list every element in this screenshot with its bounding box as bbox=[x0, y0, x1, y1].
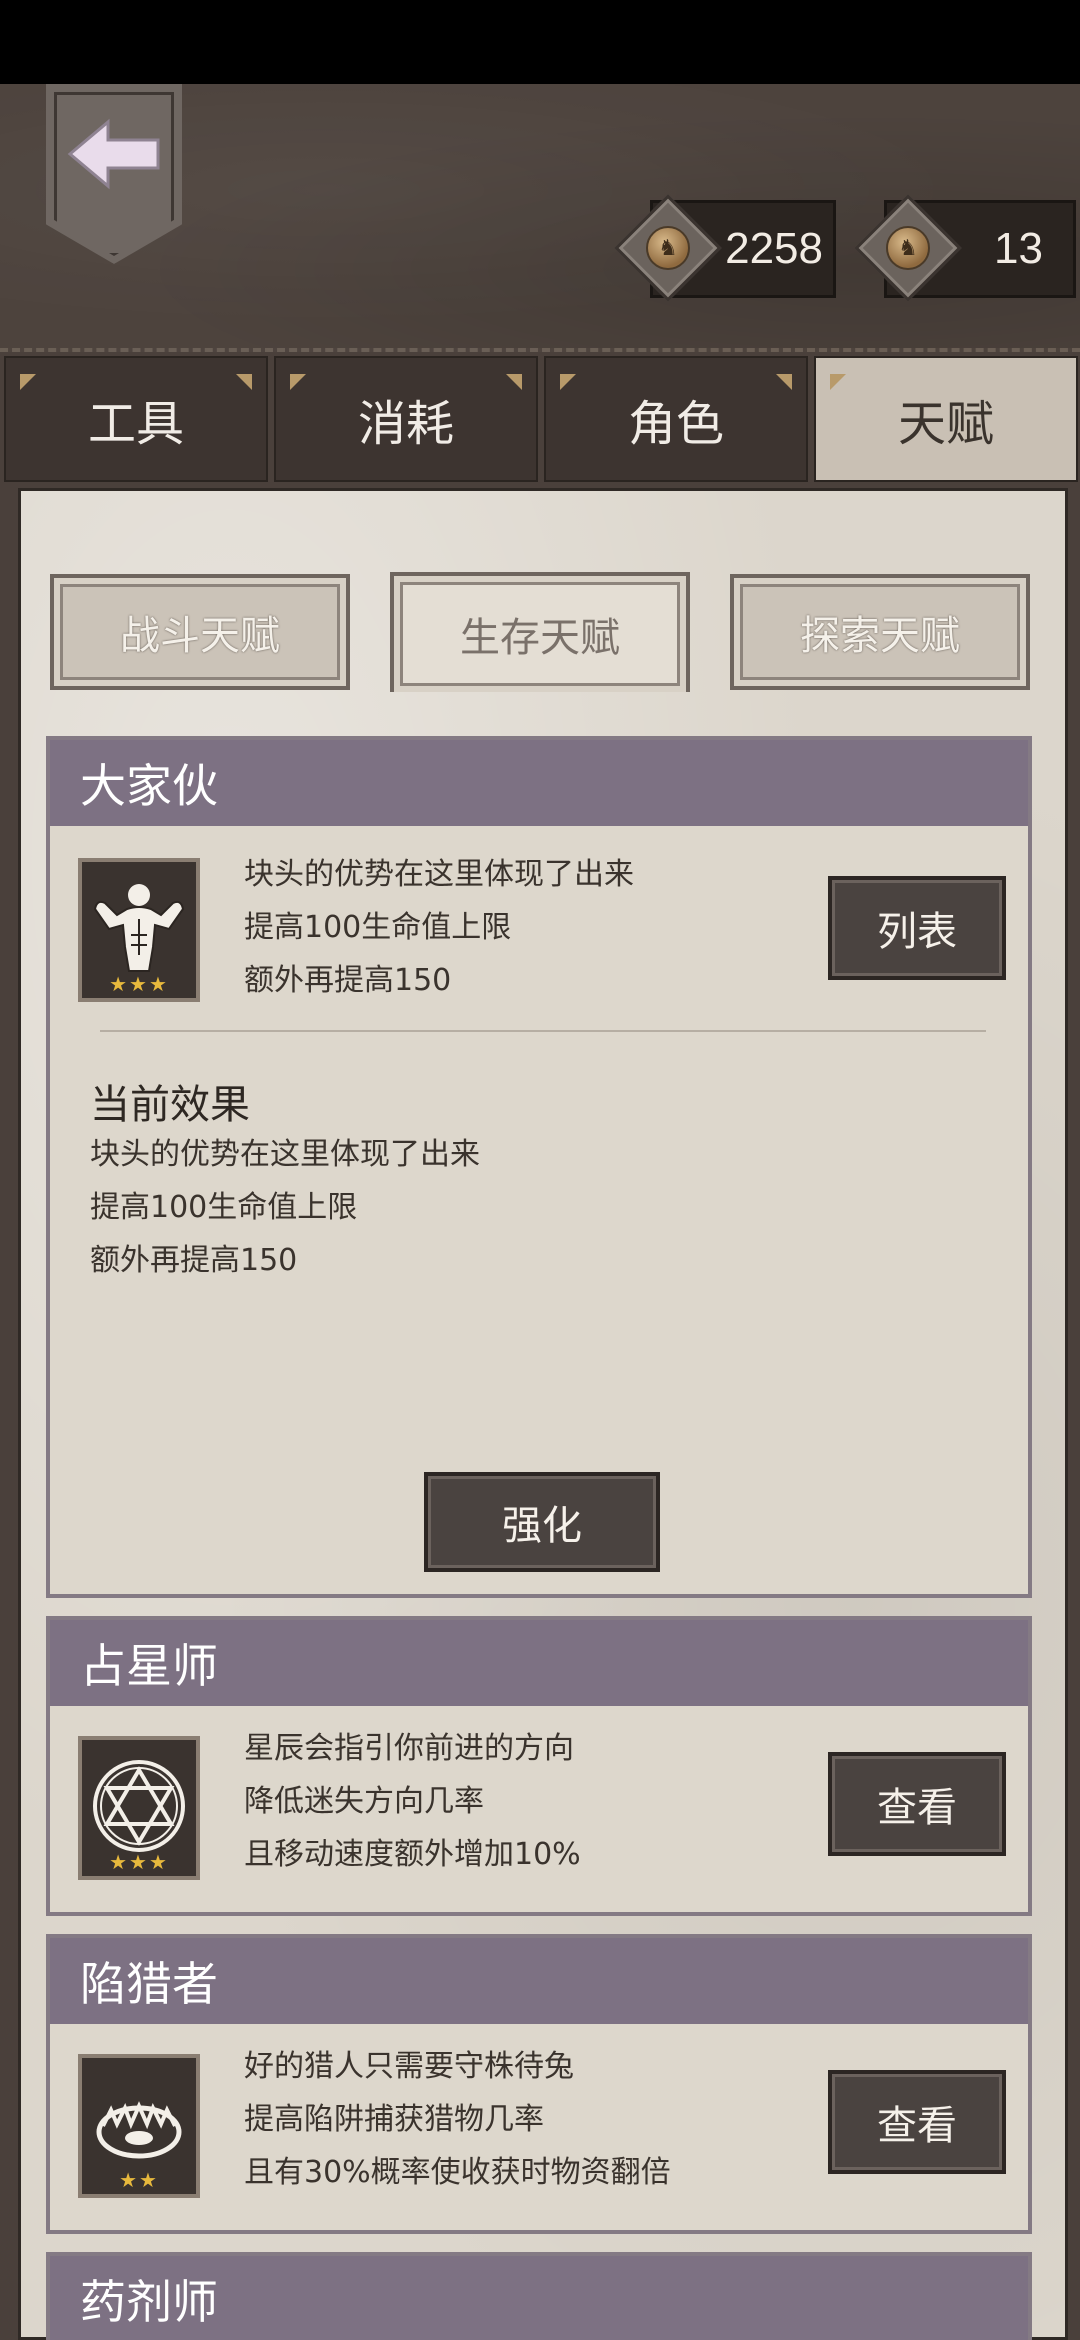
subtab-combat[interactable]: 战斗天赋 bbox=[50, 574, 350, 690]
divider bbox=[100, 1030, 986, 1032]
status-bar bbox=[0, 0, 1080, 84]
list-button[interactable]: 列表 bbox=[828, 876, 1006, 980]
back-arrow-icon bbox=[67, 118, 160, 190]
talent-card: 大家伙 ★★★ 块头的优势在这里体现了出来 提高100生命值上限 额外再提高15… bbox=[46, 736, 1032, 1598]
talent-title: 陷猎者 bbox=[50, 1938, 1028, 2024]
token-icon: ♞ bbox=[854, 194, 962, 302]
token-amount: 13 bbox=[994, 224, 1043, 273]
upgrade-button[interactable]: 强化 bbox=[424, 1472, 660, 1572]
talent-card: 占星师 ★★★ 星辰会指引你前进的方向 降低迷失方向几率 且移动速度额外增加10… bbox=[46, 1616, 1032, 1916]
coin-icon: ♞ bbox=[614, 194, 722, 302]
coin-amount: 2258 bbox=[725, 224, 823, 273]
tab-talents[interactable]: 天赋 bbox=[814, 356, 1078, 482]
star-rating: ★★★ bbox=[109, 1850, 169, 1874]
talent-title: 药剂师 bbox=[50, 2256, 1028, 2340]
tab-tools[interactable]: 工具 bbox=[4, 356, 268, 482]
tab-consumables[interactable]: 消耗 bbox=[274, 356, 538, 482]
subtab-survival[interactable]: 生存天赋 bbox=[390, 572, 690, 692]
talent-title: 占星师 bbox=[50, 1620, 1028, 1706]
star-rating: ★★★ bbox=[109, 972, 169, 996]
talent-description: 块头的优势在这里体现了出来 提高100生命值上限 额外再提高150 bbox=[244, 857, 634, 998]
muscle-man-icon: ★★★ bbox=[78, 858, 200, 1002]
view-button[interactable]: 查看 bbox=[828, 1752, 1006, 1856]
bear-trap-icon: ★★ bbox=[78, 2054, 200, 2198]
hexagram-icon: ★★★ bbox=[78, 1736, 200, 1880]
current-effect-title: 当前效果 bbox=[90, 1082, 250, 1128]
star-rating: ★★ bbox=[119, 2168, 159, 2192]
talent-card: 药剂师 bbox=[46, 2252, 1032, 2340]
tab-characters[interactable]: 角色 bbox=[544, 356, 808, 482]
view-button[interactable]: 查看 bbox=[828, 2070, 1006, 2174]
current-effect-text: 块头的优势在这里体现了出来 提高100生命值上限 额外再提高150 bbox=[90, 1137, 480, 1278]
talent-title: 大家伙 bbox=[50, 740, 1028, 826]
main-tabs: 工具 消耗 角色 天赋 bbox=[0, 356, 1080, 482]
talent-description: 好的猎人只需要守株待兔 提高陷阱捕获猎物几率 且有30%概率使收获时物资翻倍 bbox=[244, 2049, 671, 2190]
subtab-exploration[interactable]: 探索天赋 bbox=[730, 574, 1030, 690]
talent-card: 陷猎者 ★★ 好的猎人只需要守株待兔 提高陷阱捕获猎物几率 且有30%概率使收获… bbox=[46, 1934, 1032, 2234]
talent-description: 星辰会指引你前进的方向 降低迷失方向几率 且移动速度额外增加10% bbox=[244, 1731, 581, 1872]
